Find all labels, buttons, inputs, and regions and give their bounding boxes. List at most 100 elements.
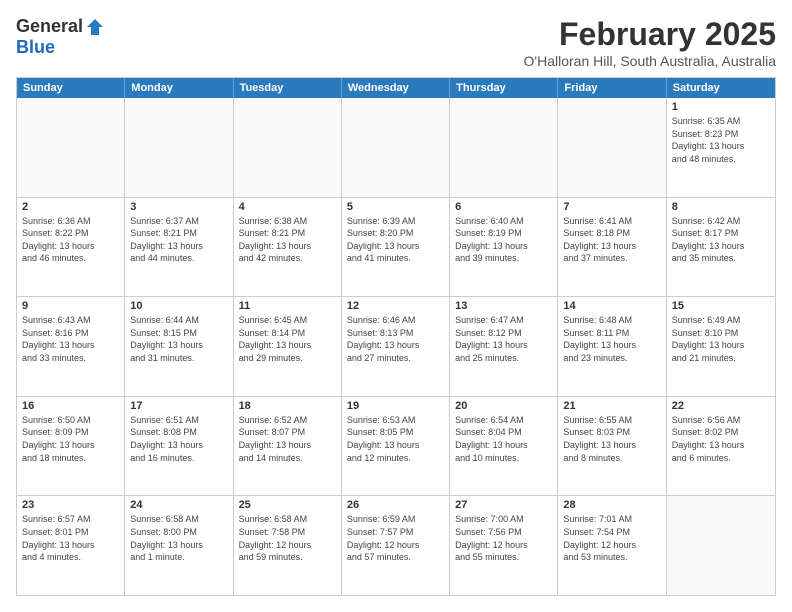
day-info: Sunrise: 6:53 AM Sunset: 8:05 PM Dayligh…: [347, 414, 444, 464]
header-day-wednesday: Wednesday: [342, 78, 450, 98]
day-number: 23: [22, 499, 119, 511]
calendar: SundayMondayTuesdayWednesdayThursdayFrid…: [16, 77, 776, 596]
day-cell: 28Sunrise: 7:01 AM Sunset: 7:54 PM Dayli…: [558, 496, 666, 595]
header-day-sunday: Sunday: [17, 78, 125, 98]
day-cell: 1Sunrise: 6:35 AM Sunset: 8:23 PM Daylig…: [667, 98, 775, 197]
day-number: 24: [130, 499, 227, 511]
day-cell: 14Sunrise: 6:48 AM Sunset: 8:11 PM Dayli…: [558, 297, 666, 396]
day-cell: 17 Sunrise: 6:51 AM Sunset: 8:08 PM Dayli…: [125, 397, 233, 496]
day-cell: 13 Sunrise: 6:47 AM Sunset: 8:12 PM Dayli…: [450, 297, 558, 396]
day-cell: 15Sunrise: 6:49 AM Sunset: 8:10 PM Dayli…: [667, 297, 775, 396]
day-cell: 3 Sunrise: 6:37 AM Sunset: 8:21 PM Daylig…: [125, 198, 233, 297]
logo-general-text: General: [16, 16, 83, 37]
day-cell: 6 Sunrise: 6:40 AM Sunset: 8:19 PM Daylig…: [450, 198, 558, 297]
header-day-tuesday: Tuesday: [234, 78, 342, 98]
day-number: 22: [672, 400, 770, 412]
day-cell: 18 Sunrise: 6:52 AM Sunset: 8:07 PM Dayli…: [234, 397, 342, 496]
day-cell: 22 Sunrise: 6:56 AM Sunset: 8:02 PM Dayli…: [667, 397, 775, 496]
day-number: 3: [130, 201, 227, 213]
location-title: O'Halloran Hill, South Australia, Austra…: [524, 53, 776, 69]
day-info: Sunrise: 6:43 AM Sunset: 8:16 PM Dayligh…: [22, 314, 119, 364]
day-info: Sunrise: 6:52 AM Sunset: 8:07 PM Dayligh…: [239, 414, 336, 464]
logo-icon: [85, 17, 105, 37]
day-cell: [342, 98, 450, 197]
day-cell: [558, 98, 666, 197]
day-info: Sunrise: 6:38 AM Sunset: 8:21 PM Dayligh…: [239, 215, 336, 265]
day-info: Sunrise: 6:58 AM Sunset: 7:58 PM Dayligh…: [239, 513, 336, 563]
day-cell: [17, 98, 125, 197]
week-row-1: 2 Sunrise: 6:36 AM Sunset: 8:22 PM Daylig…: [17, 198, 775, 298]
day-number: 7: [563, 201, 660, 213]
day-number: 25: [239, 499, 336, 511]
week-row-0: 1Sunrise: 6:35 AM Sunset: 8:23 PM Daylig…: [17, 98, 775, 198]
day-number: 8: [672, 201, 770, 213]
day-info: Sunrise: 6:35 AM Sunset: 8:23 PM Dayligh…: [672, 115, 770, 165]
calendar-header: SundayMondayTuesdayWednesdayThursdayFrid…: [17, 78, 775, 98]
day-cell: [234, 98, 342, 197]
day-info: Sunrise: 6:57 AM Sunset: 8:01 PM Dayligh…: [22, 513, 119, 563]
day-cell: 2 Sunrise: 6:36 AM Sunset: 8:22 PM Daylig…: [17, 198, 125, 297]
day-info: Sunrise: 6:50 AM Sunset: 8:09 PM Dayligh…: [22, 414, 119, 464]
day-cell: [125, 98, 233, 197]
day-info: Sunrise: 6:36 AM Sunset: 8:22 PM Dayligh…: [22, 215, 119, 265]
day-number: 13: [455, 300, 552, 312]
week-row-2: 9 Sunrise: 6:43 AM Sunset: 8:16 PM Daylig…: [17, 297, 775, 397]
day-info: Sunrise: 6:48 AM Sunset: 8:11 PM Dayligh…: [563, 314, 660, 364]
day-number: 6: [455, 201, 552, 213]
day-cell: 12 Sunrise: 6:46 AM Sunset: 8:13 PM Dayli…: [342, 297, 450, 396]
day-cell: 19 Sunrise: 6:53 AM Sunset: 8:05 PM Dayli…: [342, 397, 450, 496]
day-cell: 24 Sunrise: 6:58 AM Sunset: 8:00 PM Dayli…: [125, 496, 233, 595]
day-cell: 21 Sunrise: 6:55 AM Sunset: 8:03 PM Dayli…: [558, 397, 666, 496]
logo-blue-text: Blue: [16, 37, 55, 58]
day-number: 5: [347, 201, 444, 213]
day-number: 2: [22, 201, 119, 213]
day-cell: 9 Sunrise: 6:43 AM Sunset: 8:16 PM Daylig…: [17, 297, 125, 396]
day-cell: 5 Sunrise: 6:39 AM Sunset: 8:20 PM Daylig…: [342, 198, 450, 297]
day-cell: 23 Sunrise: 6:57 AM Sunset: 8:01 PM Dayli…: [17, 496, 125, 595]
day-number: 11: [239, 300, 336, 312]
header-day-thursday: Thursday: [450, 78, 558, 98]
day-info: Sunrise: 6:39 AM Sunset: 8:20 PM Dayligh…: [347, 215, 444, 265]
day-info: Sunrise: 6:54 AM Sunset: 8:04 PM Dayligh…: [455, 414, 552, 464]
day-number: 19: [347, 400, 444, 412]
day-cell: 26 Sunrise: 6:59 AM Sunset: 7:57 PM Dayli…: [342, 496, 450, 595]
day-info: Sunrise: 6:45 AM Sunset: 8:14 PM Dayligh…: [239, 314, 336, 364]
day-info: Sunrise: 6:58 AM Sunset: 8:00 PM Dayligh…: [130, 513, 227, 563]
logo: General Blue: [16, 16, 105, 58]
day-number: 26: [347, 499, 444, 511]
day-number: 12: [347, 300, 444, 312]
day-cell: 11 Sunrise: 6:45 AM Sunset: 8:14 PM Dayli…: [234, 297, 342, 396]
day-info: Sunrise: 6:59 AM Sunset: 7:57 PM Dayligh…: [347, 513, 444, 563]
header-day-friday: Friday: [558, 78, 666, 98]
day-number: 20: [455, 400, 552, 412]
day-number: 17: [130, 400, 227, 412]
day-number: 18: [239, 400, 336, 412]
day-info: Sunrise: 7:00 AM Sunset: 7:56 PM Dayligh…: [455, 513, 552, 563]
day-number: 10: [130, 300, 227, 312]
day-info: Sunrise: 6:41 AM Sunset: 8:18 PM Dayligh…: [563, 215, 660, 265]
day-info: Sunrise: 6:40 AM Sunset: 8:19 PM Dayligh…: [455, 215, 552, 265]
day-cell: [450, 98, 558, 197]
day-number: 9: [22, 300, 119, 312]
day-number: 15: [672, 300, 770, 312]
day-cell: 25 Sunrise: 6:58 AM Sunset: 7:58 PM Dayli…: [234, 496, 342, 595]
day-info: Sunrise: 6:51 AM Sunset: 8:08 PM Dayligh…: [130, 414, 227, 464]
day-info: Sunrise: 6:37 AM Sunset: 8:21 PM Dayligh…: [130, 215, 227, 265]
day-cell: 20 Sunrise: 6:54 AM Sunset: 8:04 PM Dayli…: [450, 397, 558, 496]
day-info: Sunrise: 6:46 AM Sunset: 8:13 PM Dayligh…: [347, 314, 444, 364]
day-info: Sunrise: 6:47 AM Sunset: 8:12 PM Dayligh…: [455, 314, 552, 364]
day-cell: [667, 496, 775, 595]
week-row-4: 23 Sunrise: 6:57 AM Sunset: 8:01 PM Dayli…: [17, 496, 775, 595]
day-number: 21: [563, 400, 660, 412]
day-info: Sunrise: 6:56 AM Sunset: 8:02 PM Dayligh…: [672, 414, 770, 464]
day-cell: 16Sunrise: 6:50 AM Sunset: 8:09 PM Dayli…: [17, 397, 125, 496]
day-info: Sunrise: 6:55 AM Sunset: 8:03 PM Dayligh…: [563, 414, 660, 464]
header-day-monday: Monday: [125, 78, 233, 98]
day-number: 27: [455, 499, 552, 511]
day-cell: 27 Sunrise: 7:00 AM Sunset: 7:56 PM Dayli…: [450, 496, 558, 595]
day-number: 4: [239, 201, 336, 213]
day-cell: 4 Sunrise: 6:38 AM Sunset: 8:21 PM Daylig…: [234, 198, 342, 297]
week-row-3: 16Sunrise: 6:50 AM Sunset: 8:09 PM Dayli…: [17, 397, 775, 497]
calendar-body: 1Sunrise: 6:35 AM Sunset: 8:23 PM Daylig…: [17, 98, 775, 595]
header-day-saturday: Saturday: [667, 78, 775, 98]
